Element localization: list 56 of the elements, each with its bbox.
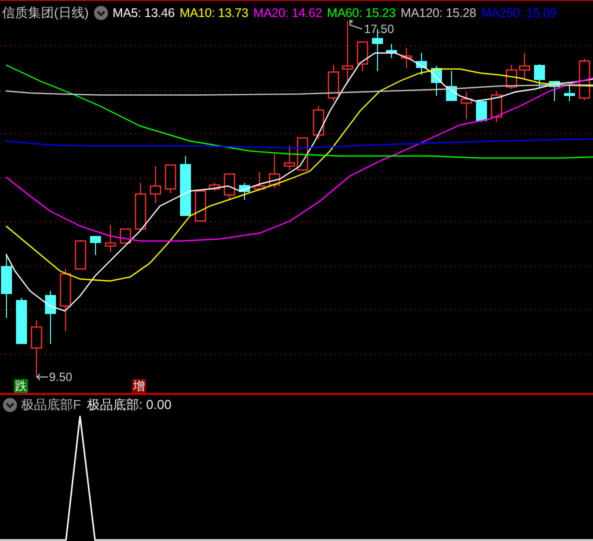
candlestick (400, 48, 412, 68)
candlestick (506, 64, 518, 90)
candlestick (30, 320, 42, 378)
candlestick (150, 166, 162, 204)
candlestick (180, 156, 191, 216)
candlestick (386, 44, 397, 58)
signal-tag: 跌 (14, 379, 28, 393)
pointer-arrow-icon (349, 20, 363, 30)
candlestick (564, 86, 575, 102)
candlestick (134, 182, 146, 230)
candlestick (120, 228, 132, 244)
candlestick (490, 90, 502, 122)
candlestick (60, 268, 72, 332)
indicator-title: 极品底部F (21, 396, 81, 414)
candlestick (90, 236, 101, 256)
candlestick (518, 52, 530, 80)
candlestick (239, 182, 250, 200)
moving-average-label: MA20: 14.62 (253, 6, 322, 20)
candlestick (45, 290, 56, 344)
candlestick (224, 173, 236, 200)
chart-title: 信质集团(日线) (2, 4, 89, 22)
candlestick (460, 92, 472, 120)
dropdown-icon[interactable] (94, 6, 108, 20)
candlestick (328, 64, 340, 102)
candlestick (416, 52, 427, 76)
candlestick (296, 137, 308, 171)
candlestick (268, 154, 280, 188)
indicator-value: 极品底部: 0.00 (86, 396, 172, 414)
candlestick (342, 20, 354, 84)
moving-average-label: MA60: 15.23 (326, 6, 396, 20)
candlestick (356, 41, 368, 72)
moving-average-label: MA120: 15.28 (400, 6, 476, 20)
moving-average-label: MA10: 13.73 (180, 6, 248, 20)
candlestick (549, 81, 560, 102)
candlestick (312, 106, 324, 140)
candlestick (534, 64, 545, 88)
candlestick (208, 182, 220, 192)
moving-average-label: MA5: 13.46 (112, 6, 175, 20)
candlestick (104, 224, 116, 252)
candlestick (194, 190, 206, 222)
candlestick (446, 70, 457, 101)
candlestick (284, 146, 296, 170)
candlestick (476, 101, 487, 122)
candlestick (578, 58, 590, 100)
high-price-label: 17.50 (364, 22, 394, 36)
candlestick (164, 164, 176, 194)
dropdown-icon[interactable] (3, 398, 17, 412)
candlestick (431, 66, 442, 96)
low-price-label: 9.50 (49, 370, 72, 384)
candlestick (74, 240, 86, 270)
candlestick (16, 298, 27, 344)
candlestick (1, 254, 12, 318)
moving-average-label: MA250: 15.09 (481, 6, 557, 20)
candlestick (254, 172, 266, 192)
pointer-arrow-icon (36, 373, 48, 381)
signal-tag: 增 (132, 379, 146, 393)
